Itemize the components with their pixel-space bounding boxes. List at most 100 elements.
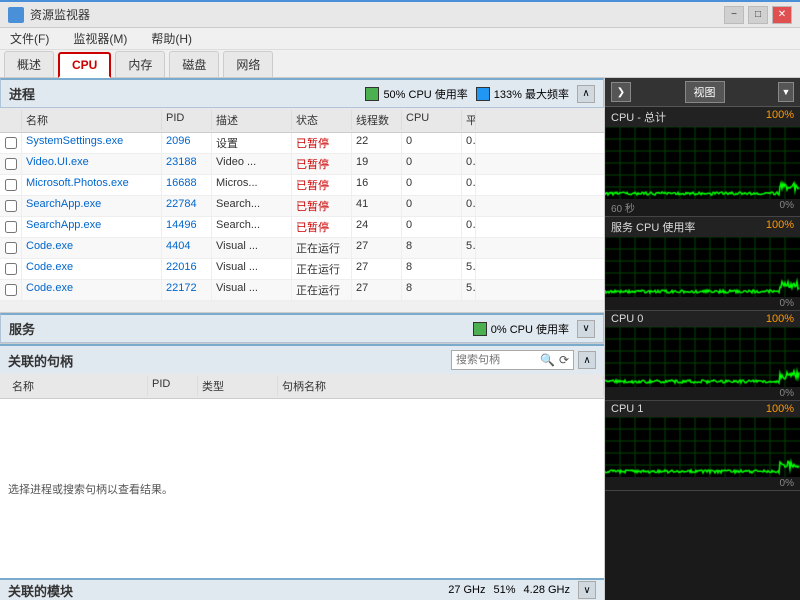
search-icon[interactable]: 🔍 — [540, 353, 555, 367]
col-checkbox — [0, 110, 22, 130]
view-button[interactable]: 视图 — [685, 81, 725, 103]
window-title: 资源监视器 — [30, 6, 90, 23]
col-state[interactable]: 状态 — [292, 110, 352, 130]
row-name: Microsoft.Photos.exe — [22, 175, 162, 195]
row-avg: 0.00 — [462, 133, 476, 153]
row-name: SearchApp.exe — [22, 217, 162, 237]
minimize-button[interactable]: − — [724, 6, 744, 24]
col-cpu[interactable]: CPU — [402, 110, 462, 130]
view-dropdown-button[interactable]: ▼ — [778, 82, 794, 102]
table-row[interactable]: Video.UI.exe 23188 Video ... 已暂停 19 0 0.… — [0, 154, 604, 175]
tab-cpu[interactable]: CPU — [58, 52, 111, 78]
row-cpu: 0 — [402, 175, 462, 195]
row-checkbox[interactable] — [0, 196, 22, 216]
graph-pct-0: 100% — [766, 109, 794, 125]
graph-bottom-3: 0% — [605, 477, 800, 490]
services-cpu-indicator: 0% CPU 使用率 — [473, 321, 569, 337]
col-pid[interactable]: PID — [162, 110, 212, 130]
row-desc: Video ... — [212, 154, 292, 174]
process-section-title: 进程 — [9, 84, 35, 103]
menu-file[interactable]: 文件(F) — [4, 28, 55, 49]
tab-network[interactable]: 网络 — [223, 51, 273, 77]
col-avg[interactable]: 平均 C... — [462, 110, 476, 130]
row-threads: 24 — [352, 217, 402, 237]
menu-help[interactable]: 帮助(H) — [145, 28, 198, 49]
modules-title: 关联的模块 — [8, 581, 73, 600]
row-state: 已暂停 — [292, 196, 352, 216]
row-threads: 22 — [352, 133, 402, 153]
graph-canvas-2 — [605, 327, 800, 387]
services-collapse-button[interactable]: ∨ — [577, 320, 595, 338]
row-avg: 5.53 — [462, 280, 476, 300]
right-panel-header: ❯ 视图 ▼ — [605, 78, 800, 107]
row-checkbox[interactable] — [0, 154, 22, 174]
row-checkbox[interactable] — [0, 259, 22, 279]
process-header-info: 50% CPU 使用率 133% 最大频率 ∧ — [365, 85, 595, 103]
handles-empty-message: 选择进程或搜索句柄以查看结果。 — [0, 399, 604, 578]
table-row[interactable]: SearchApp.exe 14496 Search... 已暂停 24 0 0… — [0, 217, 604, 238]
process-section-header[interactable]: 进程 50% CPU 使用率 133% 最大频率 ∧ — [0, 78, 604, 108]
row-checkbox[interactable] — [0, 280, 22, 300]
handles-col-pid[interactable]: PID — [148, 376, 198, 396]
row-checkbox[interactable] — [0, 217, 22, 237]
title-bar: 资源监视器 − □ ✕ — [0, 0, 800, 28]
table-row[interactable]: Code.exe 22172 Visual ... 正在运行 27 8 5.53 — [0, 280, 604, 301]
graph-label-1: 服务 CPU 使用率 — [611, 219, 695, 235]
maximize-button[interactable]: □ — [748, 6, 768, 24]
row-threads: 16 — [352, 175, 402, 195]
refresh-icon[interactable]: ⟳ — [559, 353, 569, 367]
row-checkbox[interactable] — [0, 238, 22, 258]
services-header-info: 0% CPU 使用率 ∨ — [473, 320, 595, 338]
row-checkbox[interactable] — [0, 175, 22, 195]
close-button[interactable]: ✕ — [772, 6, 792, 24]
table-row[interactable]: Microsoft.Photos.exe 16688 Micros... 已暂停… — [0, 175, 604, 196]
table-row[interactable]: Code.exe 4404 Visual ... 正在运行 27 8 5.61 — [0, 238, 604, 259]
tab-disk[interactable]: 磁盘 — [169, 51, 219, 77]
handles-search-input[interactable] — [456, 354, 536, 366]
col-desc[interactable]: 描述 — [212, 110, 292, 130]
freq-icon — [476, 87, 490, 101]
row-pid: 2096 — [162, 133, 212, 153]
row-name: Code.exe — [22, 259, 162, 279]
tab-overview[interactable]: 概述 — [4, 51, 54, 77]
handles-col-name[interactable]: 名称 — [8, 376, 148, 396]
cpu-graphs-section: CPU - 总计100%60 秒0%服务 CPU 使用率100%0%CPU 01… — [605, 107, 800, 600]
graph-block-2: CPU 0100%0% — [605, 311, 800, 401]
modules-section-header[interactable]: 关联的模块 27 GHz 51% 4.28 GHz ∨ — [0, 578, 604, 600]
row-desc: 设置 — [212, 133, 292, 153]
handles-col-type[interactable]: 类型 — [198, 376, 278, 396]
handles-col-handlename[interactable]: 句柄名称 — [278, 376, 604, 396]
services-section: 服务 0% CPU 使用率 ∨ — [0, 312, 604, 343]
graph-block-1: 服务 CPU 使用率100%0% — [605, 217, 800, 311]
graph-label-2: CPU 0 — [611, 313, 643, 325]
graph-bottom-2: 0% — [605, 387, 800, 400]
row-state: 正在运行 — [292, 259, 352, 279]
row-avg: 0.00 — [462, 154, 476, 174]
menu-monitor[interactable]: 监视器(M) — [67, 28, 133, 49]
col-threads[interactable]: 线程数 — [352, 110, 402, 130]
row-pid: 22016 — [162, 259, 212, 279]
app-icon — [8, 7, 24, 23]
nav-back-button[interactable]: ❯ — [611, 82, 631, 102]
process-table-header: 名称 PID 描述 状态 线程数 CPU 平均 C... — [0, 108, 604, 133]
handles-title: 关联的句柄 — [8, 351, 73, 370]
col-name[interactable]: 名称 — [22, 110, 162, 130]
services-section-header[interactable]: 服务 0% CPU 使用率 ∨ — [0, 313, 604, 343]
row-desc: Visual ... — [212, 280, 292, 300]
row-state: 已暂停 — [292, 175, 352, 195]
row-checkbox[interactable] — [0, 133, 22, 153]
process-table-body: SystemSettings.exe 2096 设置 已暂停 22 0 0.00… — [0, 133, 604, 312]
row-name: SystemSettings.exe — [22, 133, 162, 153]
table-row[interactable]: SystemSettings.exe 2096 设置 已暂停 22 0 0.00 — [0, 133, 604, 154]
table-row[interactable]: SearchApp.exe 22784 Search... 已暂停 41 0 0… — [0, 196, 604, 217]
row-state: 已暂停 — [292, 133, 352, 153]
handles-collapse-button[interactable]: ∧ — [578, 351, 596, 369]
right-panel: ❯ 视图 ▼ CPU - 总计100%60 秒0%服务 CPU 使用率100%0… — [605, 78, 800, 600]
table-row[interactable]: Code.exe 22016 Visual ... 正在运行 27 8 5.53 — [0, 259, 604, 280]
graph-pct-1: 100% — [766, 219, 794, 235]
row-threads: 27 — [352, 259, 402, 279]
row-threads: 27 — [352, 280, 402, 300]
modules-collapse-button[interactable]: ∨ — [578, 581, 596, 599]
process-collapse-button[interactable]: ∧ — [577, 85, 595, 103]
tab-memory[interactable]: 内存 — [115, 51, 165, 77]
